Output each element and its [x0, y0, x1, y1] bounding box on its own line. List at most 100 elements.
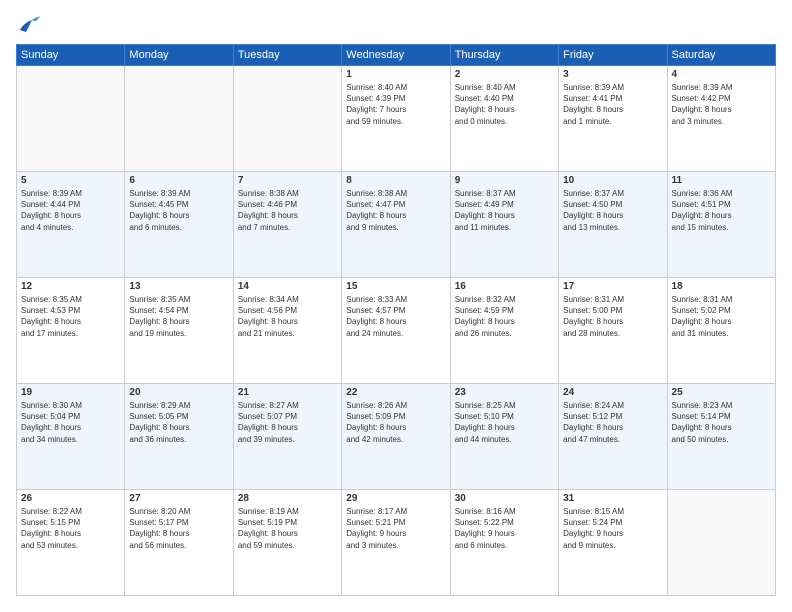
- logo-text: [16, 16, 40, 34]
- calendar-cell: [667, 490, 775, 596]
- header: [16, 16, 776, 34]
- day-info: Sunrise: 8:30 AMSunset: 5:04 PMDaylight:…: [21, 400, 120, 445]
- day-info: Sunrise: 8:31 AMSunset: 5:02 PMDaylight:…: [672, 294, 771, 339]
- day-info: Sunrise: 8:29 AMSunset: 5:05 PMDaylight:…: [129, 400, 228, 445]
- day-number: 13: [129, 281, 228, 292]
- day-info: Sunrise: 8:37 AMSunset: 4:50 PMDaylight:…: [563, 188, 662, 233]
- calendar-cell: 28 Sunrise: 8:19 AMSunset: 5:19 PMDayligh…: [233, 490, 341, 596]
- day-info: Sunrise: 8:39 AMSunset: 4:44 PMDaylight:…: [21, 188, 120, 233]
- day-number: 19: [21, 387, 120, 398]
- weekday-header-row: SundayMondayTuesdayWednesdayThursdayFrid…: [17, 45, 776, 66]
- day-info: Sunrise: 8:35 AMSunset: 4:53 PMDaylight:…: [21, 294, 120, 339]
- day-number: 31: [563, 493, 662, 504]
- day-info: Sunrise: 8:40 AMSunset: 4:40 PMDaylight:…: [455, 82, 554, 127]
- day-info: Sunrise: 8:25 AMSunset: 5:10 PMDaylight:…: [455, 400, 554, 445]
- calendar-cell: 23Sunrise: 8:25 AMSunset: 5:10 PMDayligh…: [450, 384, 558, 490]
- day-number: 22: [346, 387, 445, 398]
- day-info: Sunrise: 8:17 AMSunset: 5:21 PMDaylight:…: [346, 506, 445, 551]
- weekday-header-sunday: Sunday: [17, 45, 125, 66]
- day-number: 5: [21, 175, 120, 186]
- day-info: Sunrise: 8:19 AMSunset: 5:19 PMDaylight:…: [238, 506, 337, 551]
- day-info: Sunrise: 8:39 AMSunset: 4:42 PMDaylight:…: [672, 82, 771, 127]
- calendar-cell: 30 Sunrise: 8:16 AMSunset: 5:22 PMDayligh…: [450, 490, 558, 596]
- calendar-cell: 15 Sunrise: 8:33 AMSunset: 4:57 PMDayligh…: [342, 278, 450, 384]
- day-number: 15: [346, 281, 445, 292]
- day-number: 9: [455, 175, 554, 186]
- day-number: 20: [129, 387, 228, 398]
- day-info: Sunrise: 8:27 AMSunset: 5:07 PMDaylight:…: [238, 400, 337, 445]
- day-info: Sunrise: 8:33 AMSunset: 4:57 PMDaylight:…: [346, 294, 445, 339]
- calendar-cell: 27 Sunrise: 8:20 AMSunset: 5:17 PMDayligh…: [125, 490, 233, 596]
- calendar-cell: 4 Sunrise: 8:39 AMSunset: 4:42 PMDaylight…: [667, 66, 775, 172]
- day-info: Sunrise: 8:39 AMSunset: 4:45 PMDaylight:…: [129, 188, 228, 233]
- day-number: 21: [238, 387, 337, 398]
- calendar-cell: [233, 66, 341, 172]
- day-number: 4: [672, 69, 771, 80]
- day-number: 24: [563, 387, 662, 398]
- calendar-cell: [17, 66, 125, 172]
- calendar-cell: 16 Sunrise: 8:32 AMSunset: 4:59 PMDayligh…: [450, 278, 558, 384]
- weekday-header-monday: Monday: [125, 45, 233, 66]
- calendar-week-4: 19 Sunrise: 8:30 AMSunset: 5:04 PMDayligh…: [17, 384, 776, 490]
- day-number: 18: [672, 281, 771, 292]
- weekday-header-saturday: Saturday: [667, 45, 775, 66]
- calendar-cell: 12Sunrise: 8:35 AMSunset: 4:53 PMDayligh…: [17, 278, 125, 384]
- calendar-cell: 6 Sunrise: 8:39 AMSunset: 4:45 PMDaylight…: [125, 172, 233, 278]
- weekday-header-tuesday: Tuesday: [233, 45, 341, 66]
- day-info: Sunrise: 8:31 AMSunset: 5:00 PMDaylight:…: [563, 294, 662, 339]
- calendar-cell: 5 Sunrise: 8:39 AMSunset: 4:44 PMDaylight…: [17, 172, 125, 278]
- day-info: Sunrise: 8:34 AMSunset: 4:56 PMDaylight:…: [238, 294, 337, 339]
- calendar-cell: 19 Sunrise: 8:30 AMSunset: 5:04 PMDayligh…: [17, 384, 125, 490]
- calendar-cell: 13Sunrise: 8:35 AMSunset: 4:54 PMDayligh…: [125, 278, 233, 384]
- calendar-cell: 9Sunrise: 8:37 AMSunset: 4:49 PMDaylight…: [450, 172, 558, 278]
- calendar-cell: 22Sunrise: 8:26 AMSunset: 5:09 PMDayligh…: [342, 384, 450, 490]
- day-info: Sunrise: 8:15 AMSunset: 5:24 PMDaylight:…: [563, 506, 662, 551]
- day-number: 2: [455, 69, 554, 80]
- calendar-week-3: 12Sunrise: 8:35 AMSunset: 4:53 PMDayligh…: [17, 278, 776, 384]
- calendar-cell: 10 Sunrise: 8:37 AMSunset: 4:50 PMDayligh…: [559, 172, 667, 278]
- day-number: 27: [129, 493, 228, 504]
- calendar-cell: 14 Sunrise: 8:34 AMSunset: 4:56 PMDayligh…: [233, 278, 341, 384]
- day-number: 6: [129, 175, 228, 186]
- day-info: Sunrise: 8:16 AMSunset: 5:22 PMDaylight:…: [455, 506, 554, 551]
- calendar-cell: 1 Sunrise: 8:40 AMSunset: 4:39 PMDaylight…: [342, 66, 450, 172]
- calendar-week-1: 1 Sunrise: 8:40 AMSunset: 4:39 PMDaylight…: [17, 66, 776, 172]
- weekday-header-friday: Friday: [559, 45, 667, 66]
- day-number: 14: [238, 281, 337, 292]
- logo: [16, 16, 40, 34]
- day-info: Sunrise: 8:36 AMSunset: 4:51 PMDaylight:…: [672, 188, 771, 233]
- day-info: Sunrise: 8:39 AMSunset: 4:41 PMDaylight:…: [563, 82, 662, 127]
- day-number: 28: [238, 493, 337, 504]
- day-number: 11: [672, 175, 771, 186]
- day-number: 1: [346, 69, 445, 80]
- calendar-cell: 20 Sunrise: 8:29 AMSunset: 5:05 PMDayligh…: [125, 384, 233, 490]
- day-number: 25: [672, 387, 771, 398]
- day-info: Sunrise: 8:23 AMSunset: 5:14 PMDaylight:…: [672, 400, 771, 445]
- day-number: 17: [563, 281, 662, 292]
- day-info: Sunrise: 8:38 AMSunset: 4:46 PMDaylight:…: [238, 188, 337, 233]
- day-number: 16: [455, 281, 554, 292]
- weekday-header-thursday: Thursday: [450, 45, 558, 66]
- calendar-cell: 17 Sunrise: 8:31 AMSunset: 5:00 PMDayligh…: [559, 278, 667, 384]
- page: SundayMondayTuesdayWednesdayThursdayFrid…: [0, 0, 792, 612]
- calendar-week-2: 5 Sunrise: 8:39 AMSunset: 4:44 PMDaylight…: [17, 172, 776, 278]
- calendar-cell: 31 Sunrise: 8:15 AMSunset: 5:24 PMDayligh…: [559, 490, 667, 596]
- weekday-header-wednesday: Wednesday: [342, 45, 450, 66]
- day-number: 3: [563, 69, 662, 80]
- calendar-cell: [125, 66, 233, 172]
- day-number: 30: [455, 493, 554, 504]
- day-info: Sunrise: 8:24 AMSunset: 5:12 PMDaylight:…: [563, 400, 662, 445]
- logo-bird-icon: [18, 16, 40, 34]
- day-number: 7: [238, 175, 337, 186]
- day-info: Sunrise: 8:22 AMSunset: 5:15 PMDaylight:…: [21, 506, 120, 551]
- calendar-cell: 25 Sunrise: 8:23 AMSunset: 5:14 PMDayligh…: [667, 384, 775, 490]
- day-info: Sunrise: 8:20 AMSunset: 5:17 PMDaylight:…: [129, 506, 228, 551]
- calendar-cell: 18 Sunrise: 8:31 AMSunset: 5:02 PMDayligh…: [667, 278, 775, 384]
- day-info: Sunrise: 8:32 AMSunset: 4:59 PMDaylight:…: [455, 294, 554, 339]
- day-info: Sunrise: 8:40 AMSunset: 4:39 PMDaylight:…: [346, 82, 445, 127]
- day-number: 10: [563, 175, 662, 186]
- day-number: 8: [346, 175, 445, 186]
- calendar-cell: 3 Sunrise: 8:39 AMSunset: 4:41 PMDaylight…: [559, 66, 667, 172]
- calendar-cell: 11 Sunrise: 8:36 AMSunset: 4:51 PMDayligh…: [667, 172, 775, 278]
- calendar-cell: 2 Sunrise: 8:40 AMSunset: 4:40 PMDaylight…: [450, 66, 558, 172]
